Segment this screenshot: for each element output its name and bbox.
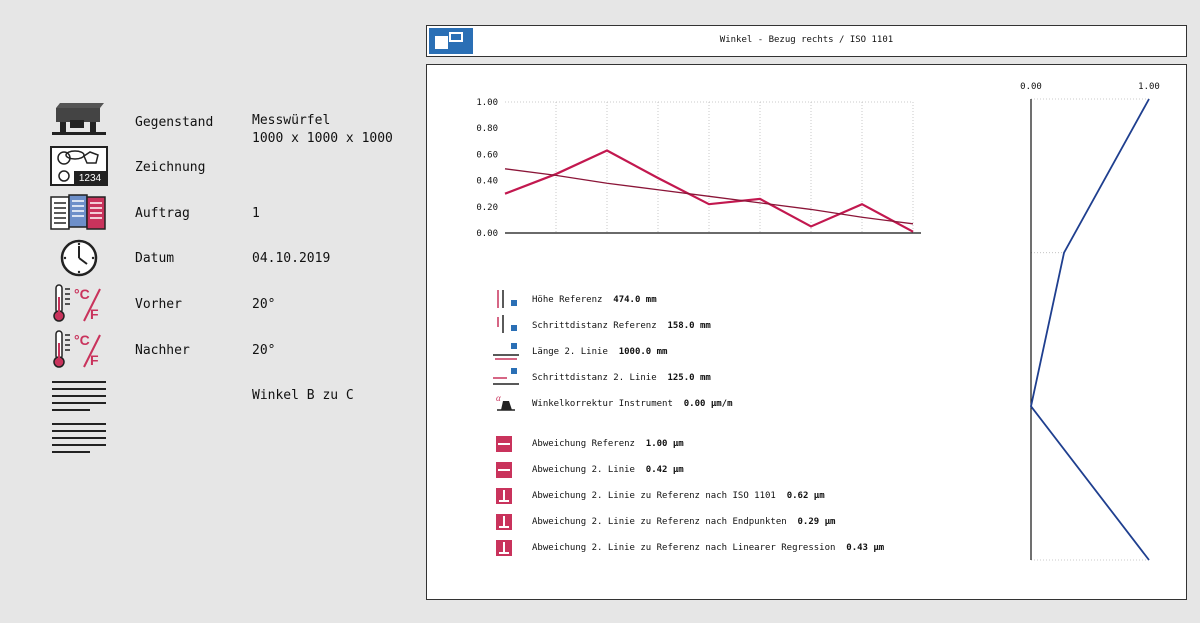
deviation-icon: [496, 436, 512, 452]
perpendicular-deviation-icon: [496, 514, 512, 530]
thermometer-icon: °C F: [53, 330, 101, 368]
svg-text:F: F: [90, 352, 99, 368]
window-title: Winkel - Bezug rechts / ISO 1101: [719, 35, 894, 45]
bemerkung-value: Winkel B zu C: [252, 388, 354, 403]
y-tick-label: 1.00: [476, 98, 498, 108]
step-distance-line-icon: [493, 368, 519, 385]
deviation-icon: [496, 462, 512, 478]
step-distance-reference-icon: [497, 315, 517, 333]
param-row: Winkelkorrektur Instrument 0.00 µm/m: [532, 399, 733, 409]
zeichnung-label: Zeichnung: [135, 160, 206, 175]
thermometer-icon: °C F: [53, 284, 101, 322]
reference-profile-chart: 0.00 1.00: [1020, 82, 1160, 561]
y-tick-label: 0.80: [476, 124, 498, 134]
param-row: Schrittdistanz 2. Linie 125.0 mm: [532, 373, 711, 383]
vorher-label: Vorher: [135, 297, 182, 312]
datum-label: Datum: [135, 251, 175, 266]
svg-text:F: F: [90, 306, 99, 322]
svg-text:α: α: [496, 393, 501, 403]
y-tick-label: 0.00: [476, 229, 498, 239]
deviation-row: Abweichung Referenz 1.00 µm: [532, 439, 684, 449]
deviation-row: Abweichung 2. Linie 0.42 µm: [532, 465, 684, 475]
svg-text:°C: °C: [74, 286, 90, 302]
param-row: Höhe Referenz 474.0 mm: [532, 295, 657, 305]
gegenstand-value: Messwürfel 1000 x 1000 x 1000: [252, 113, 393, 146]
y-tick-label: 0.60: [476, 150, 498, 160]
gegenstand-label: Gegenstand: [135, 115, 214, 130]
y-tick-label: 0.40: [476, 177, 498, 187]
window-title-bar: Winkel - Bezug rechts / ISO 1101: [426, 25, 1187, 57]
deviation-row: Abweichung 2. Linie zu Referenz nach End…: [532, 517, 836, 527]
y-tick-label: 0.20: [476, 203, 498, 213]
surface-plate-icon: [52, 103, 106, 135]
svg-text:°C: °C: [74, 332, 90, 348]
param-row: Länge 2. Linie 1000.0 mm: [532, 347, 668, 357]
auftrag-value: 1: [252, 206, 260, 221]
perpendicular-deviation-icon: [496, 488, 512, 504]
x-tick-label: 1.00: [1138, 82, 1160, 92]
measurement-info-panel: Gegenstand Messwürfel 1000 x 1000 x 1000…: [0, 0, 420, 623]
nachher-label: Nachher: [135, 343, 190, 358]
notes-icon: [52, 381, 106, 411]
auftrag-label: Auftrag: [135, 206, 190, 221]
perpendicular-deviation-icon: [496, 540, 512, 556]
drawing-icon: 1234: [50, 146, 108, 186]
line-length-icon: [493, 343, 519, 360]
datum-value: 04.10.2019: [252, 251, 331, 266]
notes-icon: [52, 423, 106, 453]
report-panel: 1.00 0.80 0.60 0.40 0.20 0.00 0.00 1.00 α Höhe…: [426, 64, 1187, 600]
x-tick-label: 0.00: [1020, 82, 1042, 92]
clock-icon: [60, 239, 98, 277]
nachher-value: 20°: [252, 343, 276, 358]
height-reference-icon: [497, 290, 517, 308]
order-documents-icon: [50, 194, 106, 230]
deviation-row: Abweichung 2. Linie zu Referenz nach ISO…: [532, 491, 825, 501]
param-row: Schrittdistanz Referenz 158.0 mm: [532, 321, 711, 331]
reference-series-line: [1030, 98, 1150, 561]
angle-correction-icon: α: [496, 393, 515, 411]
deviation-row: Abweichung 2. Linie zu Referenz nach Lin…: [532, 543, 885, 553]
vorher-value: 20°: [252, 297, 276, 312]
deviation-line-chart: 1.00 0.80 0.60 0.40 0.20 0.00: [476, 98, 921, 239]
drawing-number-badge: 1234: [79, 173, 102, 184]
